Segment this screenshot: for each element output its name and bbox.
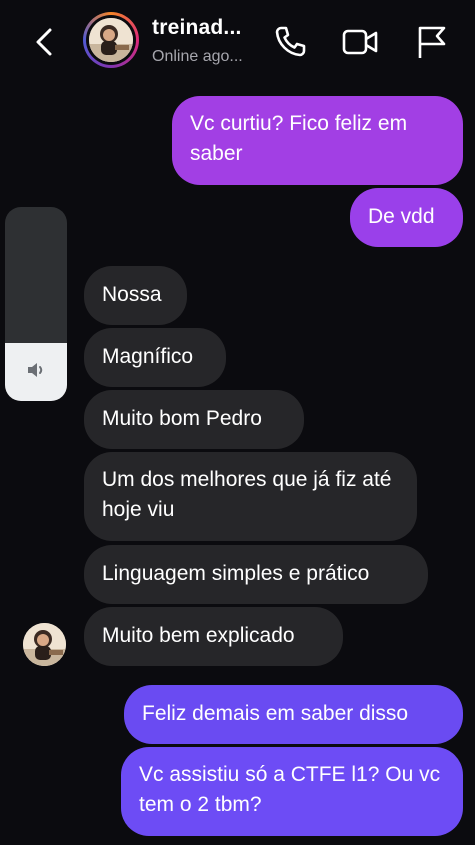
message-bubble-incoming[interactable]: Magnífico: [84, 328, 226, 387]
flag-icon[interactable]: [412, 22, 452, 62]
sender-avatar[interactable]: [23, 623, 66, 666]
chevron-left-icon[interactable]: [28, 24, 64, 60]
message-bubble-outgoing[interactable]: Vc curtiu? Fico feliz em saber: [172, 96, 463, 185]
contact-name[interactable]: treinad...: [152, 16, 262, 40]
message-bubble-incoming[interactable]: Muito bom Pedro: [84, 390, 304, 449]
contact-avatar[interactable]: [83, 12, 139, 68]
speaker-icon: [28, 363, 43, 377]
avatar-photo: [89, 18, 133, 62]
message-bubble-incoming[interactable]: Um dos melhores que já fiz até hoje viu: [84, 452, 417, 541]
message-bubble-outgoing[interactable]: De vdd: [350, 188, 463, 247]
volume-slider[interactable]: [5, 207, 67, 401]
video-camera-icon[interactable]: [340, 22, 380, 62]
chat-header: treinad... Online ago...: [0, 0, 475, 86]
message-bubble-outgoing[interactable]: Vc assistiu só a CTFE l1? Ou vc tem o 2 …: [121, 747, 463, 836]
message-bubble-incoming[interactable]: Nossa: [84, 266, 187, 325]
message-bubble-incoming[interactable]: Muito bem explicado: [84, 607, 343, 666]
phone-icon[interactable]: [270, 22, 310, 62]
online-status: Online ago...: [152, 48, 243, 65]
chat-screen: treinad... Online ago... Vc curtiu? Fico…: [0, 0, 475, 845]
message-bubble-incoming[interactable]: Linguagem simples e prático: [84, 545, 428, 604]
message-bubble-outgoing[interactable]: Feliz demais em saber disso: [124, 685, 463, 744]
